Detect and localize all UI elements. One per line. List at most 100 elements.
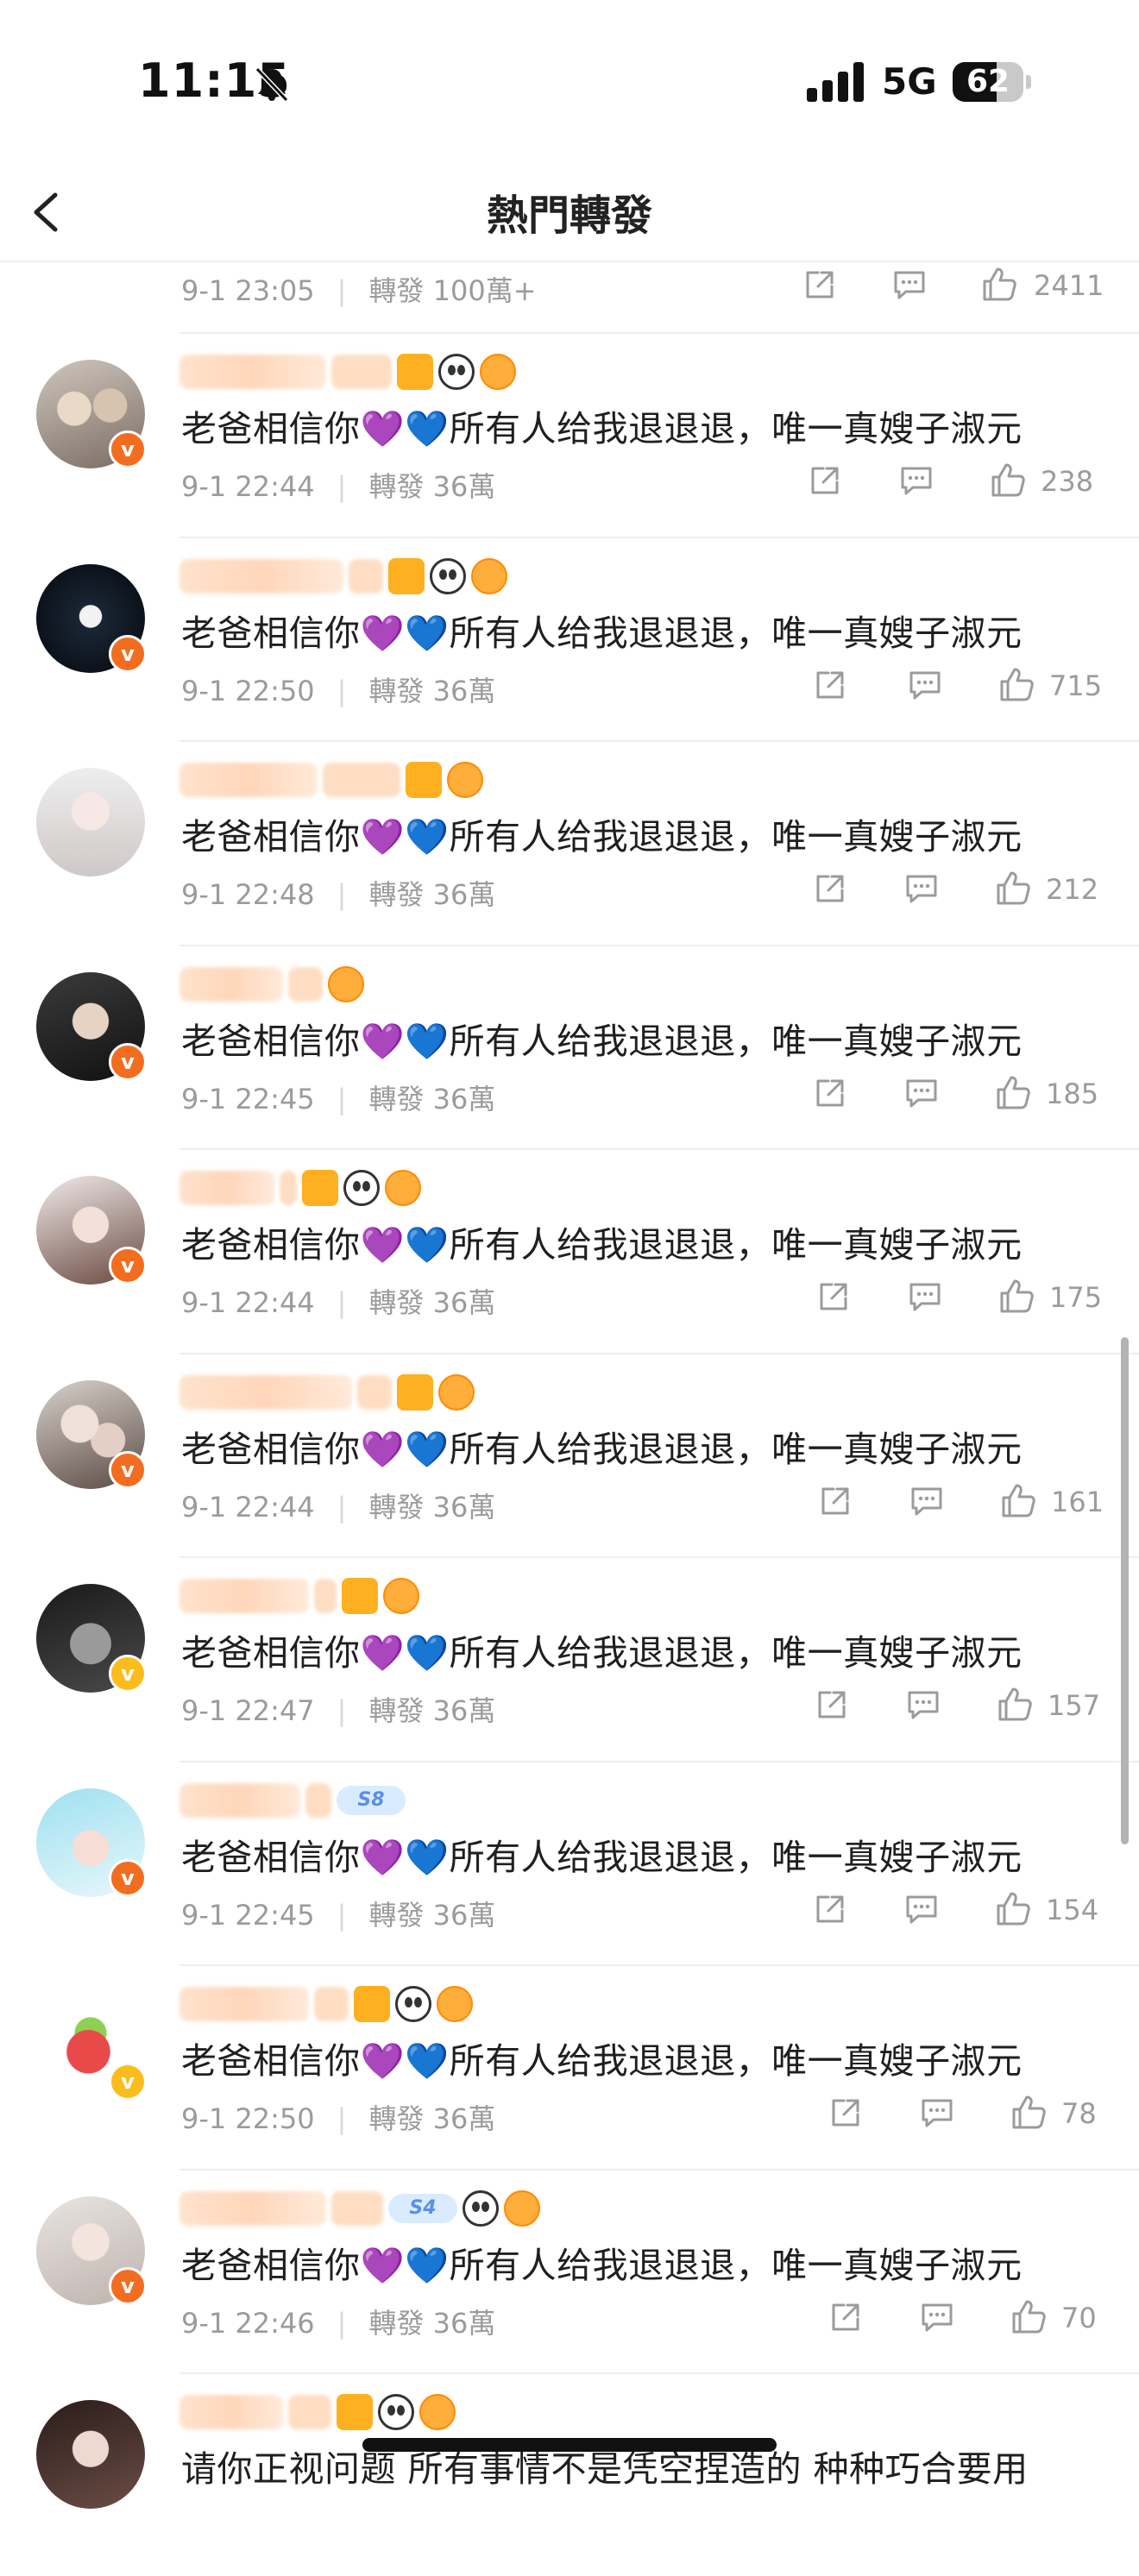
like-icon[interactable] <box>980 266 1018 304</box>
share-icon[interactable] <box>813 1686 851 1724</box>
repost-count-label: 轉發 <box>368 1083 425 1115</box>
crown-badge-icon <box>397 354 433 390</box>
like-count: 161 <box>1051 1486 1104 1518</box>
like-count: 185 <box>1046 1078 1099 1110</box>
share-icon[interactable] <box>811 666 849 704</box>
username-blurred[interactable]: S8 <box>179 1780 406 1821</box>
repost-row[interactable]: 请你正视问题 所有事情不是凭空捏造的 种种巧合要用 <box>0 2372 1139 2576</box>
crown-badge-icon <box>397 1374 433 1411</box>
fish-badge-icon <box>504 2190 540 2227</box>
repost-time: 9-1 22:44 <box>181 1491 315 1524</box>
row-divider <box>179 1964 1139 1966</box>
name-redaction <box>288 967 323 1002</box>
share-icon[interactable] <box>811 1890 849 1928</box>
username-blurred[interactable] <box>179 351 516 393</box>
like-icon[interactable] <box>994 1074 1032 1112</box>
page-title: 熱門轉發 <box>486 192 652 240</box>
like-icon[interactable] <box>994 870 1032 908</box>
username-blurred[interactable] <box>179 1983 473 2025</box>
repost-row[interactable]: v 老爸相信你💜💙所有人给我退退退，唯一真嫂子淑元 9-1 22:44 | 轉發 36萬… <box>0 332 1139 536</box>
comment-icon[interactable] <box>890 266 928 304</box>
scrollbar[interactable] <box>1121 1337 1129 1844</box>
repost-row[interactable]: v 老爸相信你💜💙所有人给我退退退，唯一真嫂子淑元 9-1 22:44 | 轉發 36萬… <box>0 1148 1139 1352</box>
name-redaction <box>349 559 383 594</box>
repost-time: 9-1 23:05 <box>181 274 315 307</box>
share-icon[interactable] <box>827 2094 865 2132</box>
share-icon[interactable] <box>811 1074 849 1112</box>
comment-icon[interactable] <box>904 1686 942 1724</box>
row-divider <box>179 537 1139 538</box>
repost-row[interactable]: v S8 老爸相信你💜💙所有人给我退退退，唯一真嫂子淑元 9-1 22:45 | 轉發 3… <box>0 1761 1139 1964</box>
repost-row[interactable]: v S4 老爸相信你💜💙所有人给我退退退，唯一真嫂子淑元 9-1 22:46 | 轉發 3… <box>0 2169 1139 2372</box>
nav-bar: 熱門轉發 <box>0 164 1139 262</box>
name-redaction <box>179 559 343 594</box>
repost-row[interactable]: v 老爸相信你💜💙所有人给我退退退，唯一真嫂子淑元 9-1 22:45 | 轉發 36萬… <box>0 945 1139 1148</box>
like-icon[interactable] <box>996 1686 1034 1724</box>
repost-row[interactable]: 老爸相信你💜💙所有人给我退退退，唯一真嫂子淑元 9-1 22:48 | 轉發 36萬 2… <box>0 740 1139 944</box>
repost-time: 9-1 22:50 <box>181 675 315 707</box>
repost-time: 9-1 22:45 <box>181 1083 315 1115</box>
row-divider <box>179 2169 1139 2171</box>
fish-badge-icon <box>383 1578 419 1614</box>
username-blurred[interactable] <box>179 759 483 801</box>
repost-message: 老爸相信你💜💙所有人给我退退退，唯一真嫂子淑元 <box>181 1429 1023 1470</box>
repost-count-label: 轉發 <box>368 1491 425 1524</box>
share-icon[interactable] <box>801 266 839 304</box>
crown-badge-icon <box>354 1986 390 2022</box>
repost-row[interactable]: v 老爸相信你💜💙所有人给我退退退，唯一真嫂子淑元 9-1 22:47 | 轉發 36萬… <box>0 1556 1139 1760</box>
repost-meta: 9-1 22:46 | 轉發 36萬 <box>181 2302 495 2341</box>
verified-badge-icon: v <box>109 1451 147 1489</box>
meta-separator: | <box>337 1899 347 1932</box>
username-blurred[interactable]: S4 <box>179 2188 540 2229</box>
comment-icon[interactable] <box>918 2298 956 2336</box>
share-icon[interactable] <box>816 1482 854 1520</box>
username-blurred[interactable] <box>179 1167 421 1209</box>
repost-row[interactable]: v 老爸相信你💜💙所有人给我退退退，唯一真嫂子淑元 9-1 22:50 | 轉發 36萬… <box>0 537 1139 740</box>
username-blurred[interactable] <box>179 556 507 597</box>
repost-row[interactable]: v 老爸相信你💜💙所有人给我退退退，唯一真嫂子淑元 9-1 22:50 | 轉發 36萬… <box>0 1964 1139 2168</box>
like-icon[interactable] <box>999 1482 1037 1520</box>
share-icon[interactable] <box>811 870 849 908</box>
like-icon[interactable] <box>989 462 1027 499</box>
repost-count: 36萬 <box>432 470 496 503</box>
comment-icon[interactable] <box>906 666 944 704</box>
comment-icon[interactable] <box>897 462 935 499</box>
fish-badge-icon <box>447 762 483 798</box>
share-icon[interactable] <box>806 462 844 499</box>
share-icon[interactable] <box>827 2298 865 2336</box>
name-redaction <box>179 1171 274 1205</box>
name-redaction <box>179 1987 309 2021</box>
username-blurred[interactable] <box>179 964 364 1005</box>
fish-badge-icon <box>471 558 507 594</box>
name-redaction <box>179 967 283 1002</box>
repost-row[interactable]: v 老爸相信你💜💙所有人给我退退退，唯一真嫂子淑元 9-1 22:44 | 轉發 36萬… <box>0 1353 1139 1556</box>
like-icon[interactable] <box>997 666 1035 704</box>
repost-message: 老爸相信你💜💙所有人给我退退退，唯一真嫂子淑元 <box>181 1837 1023 1878</box>
repost-count: 36萬 <box>432 1286 496 1319</box>
comment-icon[interactable] <box>906 1278 944 1316</box>
comment-icon[interactable] <box>903 1890 941 1928</box>
comment-icon[interactable] <box>903 870 941 908</box>
username-blurred[interactable] <box>179 2391 456 2433</box>
like-count: 715 <box>1049 669 1103 702</box>
comment-icon[interactable] <box>918 2094 956 2132</box>
like-count: 78 <box>1061 2097 1097 2130</box>
comment-icon[interactable] <box>908 1482 946 1520</box>
user-avatar[interactable] <box>36 2400 145 2509</box>
user-avatar[interactable] <box>36 768 145 876</box>
fish-badge-icon <box>328 966 364 1002</box>
verified-badge-icon: v <box>109 1043 147 1081</box>
like-icon[interactable] <box>994 1890 1032 1928</box>
cellular-signal-icon <box>807 62 864 102</box>
username-blurred[interactable] <box>179 1372 475 1413</box>
like-icon[interactable] <box>1010 2298 1048 2336</box>
repost-meta: 9-1 22:48 | 轉發 36萬 <box>181 873 495 913</box>
like-count: 154 <box>1046 1894 1099 1926</box>
comment-icon[interactable] <box>903 1074 941 1112</box>
like-icon[interactable] <box>1010 2094 1048 2132</box>
meta-separator: | <box>337 2102 347 2135</box>
username-blurred[interactable] <box>179 1575 419 1617</box>
share-icon[interactable] <box>815 1278 853 1316</box>
panda-badge-icon <box>430 558 466 594</box>
like-icon[interactable] <box>997 1278 1035 1316</box>
